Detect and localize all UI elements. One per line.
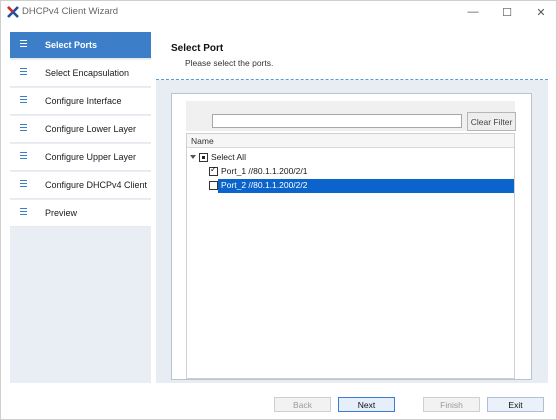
content-panel: Clear Filter Name Select All Port_1 //80…	[156, 80, 548, 383]
sidebar-item-configure-upper-layer[interactable]: Configure Upper Layer	[10, 144, 151, 171]
collapse-arrow-icon[interactable]	[190, 155, 196, 159]
maximize-button[interactable]: ☐	[490, 1, 524, 23]
maximize-icon: ☐	[502, 6, 512, 19]
sidebar-item-label: Configure Interface	[45, 96, 122, 106]
port-2-checkbox[interactable]	[209, 181, 218, 190]
sidebar-item-label: Select Ports	[45, 40, 98, 50]
sidebar-item-label: Select Encapsulation	[45, 68, 130, 78]
wizard-content: Select Port Please select the ports. Cle…	[156, 32, 548, 383]
wizard-window: DHCPv4 Client Wizard — ☐ ✕ Select Ports …	[0, 0, 557, 420]
wizard-steps-sidebar: Select Ports Select Encapsulation Config…	[10, 32, 151, 383]
minimize-button[interactable]: —	[456, 1, 490, 23]
close-icon: ✕	[536, 6, 546, 19]
menu-lines-icon	[20, 180, 27, 188]
tree-row-select-all[interactable]: Select All	[187, 151, 514, 165]
page-subtitle: Please select the ports.	[185, 58, 274, 68]
sidebar-item-label: Configure Upper Layer	[45, 152, 137, 162]
title-bar: DHCPv4 Client Wizard — ☐ ✕	[1, 1, 556, 25]
tree-row-port-1[interactable]: Port_1 //80.1.1.200/2/1	[207, 165, 514, 179]
menu-lines-icon	[20, 40, 27, 48]
port-selector: Clear Filter Name Select All Port_1 //80…	[171, 93, 532, 380]
name-column-label: Name	[191, 136, 214, 146]
page-title: Select Port	[171, 43, 224, 54]
port-2-label: Port_2 //80.1.1.200/2/2	[221, 180, 308, 190]
sidebar-item-select-encapsulation[interactable]: Select Encapsulation	[10, 60, 151, 87]
tree-row-port-2[interactable]: Port_2 //80.1.1.200/2/2	[207, 179, 514, 193]
menu-lines-icon	[20, 96, 27, 104]
window-title: DHCPv4 Client Wizard	[22, 6, 119, 17]
finish-button[interactable]: Finish	[423, 397, 480, 412]
sidebar-item-label: Configure Lower Layer	[45, 124, 137, 134]
select-all-label: Select All	[211, 152, 246, 162]
port-1-checkbox[interactable]	[209, 165, 218, 176]
port-1-label: Port_1 //80.1.1.200/2/1	[221, 166, 308, 176]
close-button[interactable]: ✕	[524, 1, 557, 23]
sidebar-item-configure-interface[interactable]: Configure Interface	[10, 88, 151, 115]
filter-input[interactable]	[212, 114, 462, 128]
menu-lines-icon	[20, 68, 27, 76]
app-logo-icon	[7, 6, 19, 18]
clear-filter-button[interactable]: Clear Filter	[467, 112, 516, 131]
port-tree: Name Select All Port_1 //80.1.1.200/2/1	[186, 133, 515, 379]
sidebar-item-configure-dhcpv4-client[interactable]: Configure DHCPv4 Client	[10, 172, 151, 199]
next-button[interactable]: Next	[338, 397, 395, 412]
menu-lines-icon	[20, 208, 27, 216]
minimize-icon: —	[467, 6, 479, 18]
filter-bar: Clear Filter	[186, 101, 516, 131]
exit-button[interactable]: Exit	[487, 397, 544, 412]
page-header: Select Port Please select the ports.	[156, 32, 548, 80]
sidebar-item-configure-lower-layer[interactable]: Configure Lower Layer	[10, 116, 151, 143]
sidebar-item-label: Configure DHCPv4 Client	[45, 180, 148, 190]
select-all-checkbox[interactable]	[199, 153, 208, 162]
sidebar-item-preview[interactable]: Preview	[10, 200, 151, 227]
sidebar-item-label: Preview	[45, 208, 78, 218]
tree-column-header: Name	[187, 134, 514, 148]
sidebar-item-select-ports[interactable]: Select Ports	[10, 32, 151, 59]
back-button[interactable]: Back	[274, 397, 331, 412]
menu-lines-icon	[20, 124, 27, 132]
menu-lines-icon	[20, 152, 27, 160]
